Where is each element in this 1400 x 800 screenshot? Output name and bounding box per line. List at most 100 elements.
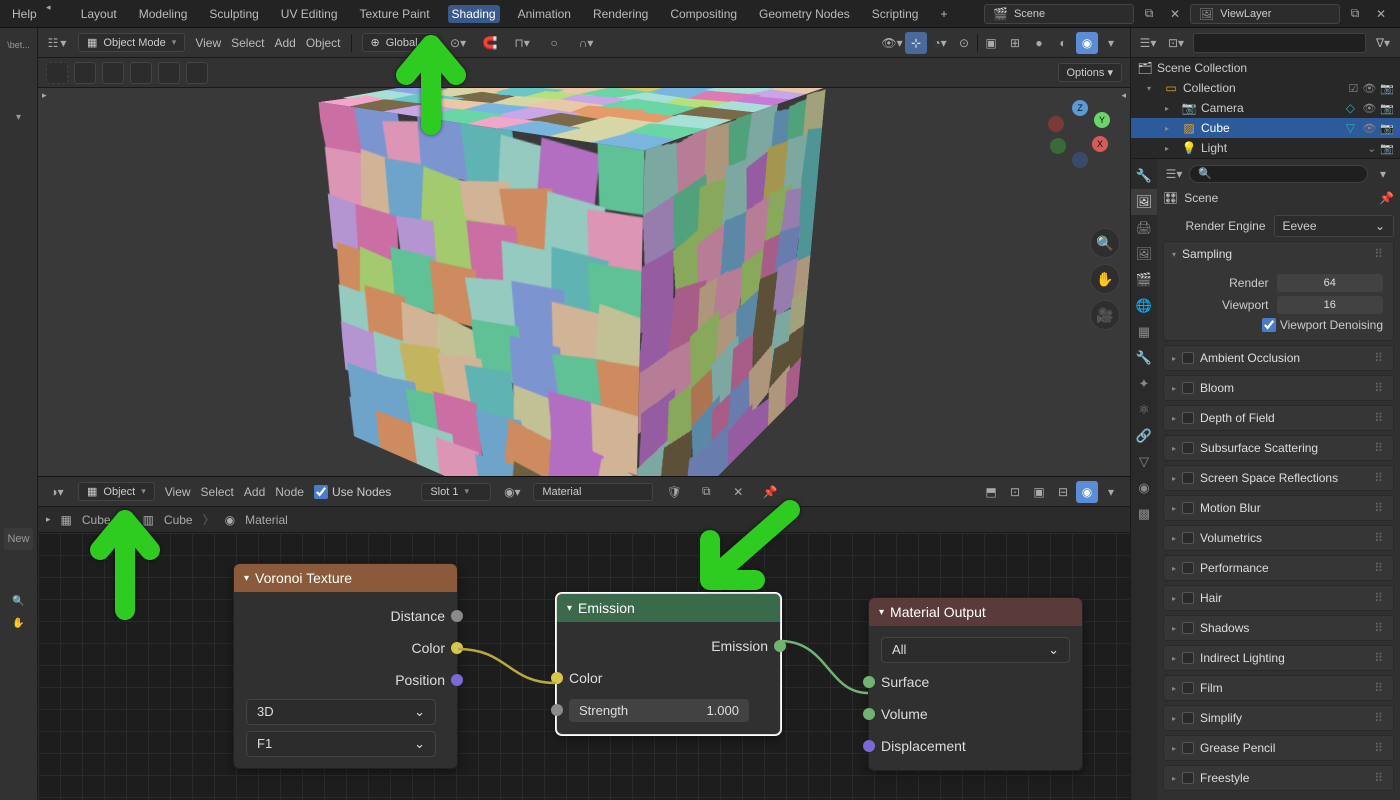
ne-menu-node[interactable]: Node (275, 485, 304, 499)
eye-icon[interactable]: 👁 (1362, 82, 1376, 95)
prop-tab-render[interactable]: 🖼 (1131, 189, 1157, 215)
socket-color-in[interactable] (551, 672, 563, 684)
sel-mode-1[interactable] (74, 62, 96, 84)
strength-slider[interactable]: Strength1.000 (569, 699, 749, 722)
path-crumb[interactable]: \bet... (0, 34, 37, 56)
editor-type-icon[interactable]: ▾ (0, 106, 37, 128)
socket-position[interactable] (451, 674, 463, 686)
3d-viewport[interactable]: ▸ ◂ Y Z X 🔍 ✋ 🎥 (38, 88, 1130, 476)
scene-selector[interactable]: 🎬 Scene (984, 4, 1134, 24)
ne-menu-select[interactable]: Select (201, 485, 234, 499)
socket-displacement-in[interactable] (863, 740, 875, 752)
render-icon[interactable]: 📷 (1380, 142, 1394, 155)
tab-animation[interactable]: Animation (514, 5, 575, 23)
orientation-dropdown[interactable]: ⊕ Global ▾ (362, 33, 438, 52)
ne-menu-add[interactable]: Add (244, 485, 265, 499)
ne-icon-3[interactable]: ▣ (1028, 481, 1050, 503)
outliner-filter-icon[interactable]: ∇▾ (1372, 32, 1394, 54)
socket-emission-out[interactable] (774, 640, 786, 652)
outliner-type-icon[interactable]: ☰▾ (1137, 32, 1159, 54)
new-viewlayer-icon[interactable]: ⧉ (1344, 3, 1366, 25)
props-type-icon[interactable]: ☰▾ (1163, 163, 1185, 185)
vp-menu-view[interactable]: View (195, 36, 221, 50)
panel-bloom[interactable]: ▸Bloom⠿ (1164, 376, 1393, 400)
editor-type-dropdown[interactable]: ☷▾ (46, 32, 68, 54)
socket-strength-in[interactable] (551, 704, 563, 716)
panel-simplify[interactable]: ▸Simplify⠿ (1164, 706, 1393, 730)
bc-collapse-left[interactable]: ▸ (46, 514, 51, 525)
prop-tab-world[interactable]: 🌐 (1131, 293, 1157, 319)
prop-tab-texture[interactable]: ▩ (1131, 501, 1157, 527)
ne-snap-icon[interactable]: ⬒ (980, 481, 1002, 503)
prop-tab-modifier[interactable]: 🔧 (1131, 345, 1157, 371)
shading-rendered[interactable]: ◉ (1076, 32, 1098, 54)
close-scene-icon[interactable]: ✕ (1164, 3, 1186, 25)
new-button[interactable]: New (4, 528, 33, 550)
material-browse-icon[interactable]: ◉▾ (501, 481, 523, 503)
pivot-dropdown[interactable]: ⊙▾ (447, 32, 469, 54)
tab-shading[interactable]: Shading (448, 5, 500, 23)
viewlayer-selector[interactable]: 🖼 ViewLayer (1190, 4, 1340, 24)
pin-icon[interactable]: 📌 (1379, 191, 1394, 205)
socket-color[interactable] (451, 642, 463, 654)
overlays-dropdown[interactable]: ◔▾ (929, 32, 951, 54)
outliner-display-icon[interactable]: ⊡▾ (1165, 32, 1187, 54)
render-samples-field[interactable]: 64 (1277, 274, 1384, 292)
shading-solid[interactable]: ● (1028, 32, 1050, 54)
ne-icon-4[interactable]: ⊟ (1052, 481, 1074, 503)
panel-ambient occlusion[interactable]: ▸Ambient Occlusion⠿ (1164, 346, 1393, 370)
node-emission[interactable]: ▾Emission Emission Color Strength1.000 (556, 593, 781, 735)
nav-gizmo[interactable]: Y Z X (1044, 104, 1114, 174)
tab-geometrynodes[interactable]: Geometry Nodes (755, 5, 854, 23)
axis-z[interactable]: Z (1072, 100, 1088, 116)
shading-matprev[interactable]: ◐ (1052, 32, 1074, 54)
tab-sculpting[interactable]: Sculpting (205, 5, 262, 23)
axis-neg-z[interactable] (1072, 152, 1088, 168)
node-voronoi[interactable]: ▾Voronoi Texture Distance Color Position… (233, 563, 458, 769)
checkbox-icon[interactable]: ☑ (1348, 82, 1358, 95)
vp-camera-icon[interactable]: 🎥 (1090, 300, 1120, 330)
voronoi-feature-select[interactable]: F1⌄ (246, 731, 436, 757)
output-target-select[interactable]: All⌄ (881, 637, 1070, 663)
prop-tab-output[interactable]: 🖨 (1131, 215, 1157, 241)
panel-motion blur[interactable]: ▸Motion Blur⠿ (1164, 496, 1393, 520)
panel-grease pencil[interactable]: ▸Grease Pencil⠿ (1164, 736, 1393, 760)
socket-surface-in[interactable] (863, 676, 875, 688)
panel-depth of field[interactable]: ▸Depth of Field⠿ (1164, 406, 1393, 430)
ne-icon-2[interactable]: ⊡ (1004, 481, 1026, 503)
panel-subsurface scattering[interactable]: ▸Subsurface Scattering⠿ (1164, 436, 1393, 460)
vp-menu-select[interactable]: Select (231, 36, 264, 50)
add-workspace-icon[interactable]: + (936, 5, 951, 23)
sel-mode-5[interactable] (186, 62, 208, 84)
axis-neg-x[interactable] (1048, 116, 1064, 132)
panel-hair[interactable]: ▸Hair⠿ (1164, 586, 1393, 610)
prop-tab-data[interactable]: ▽ (1131, 449, 1157, 475)
xray-toggle[interactable]: ▣ (980, 32, 1002, 54)
bc-material[interactable]: Material (245, 513, 288, 527)
panel-freestyle[interactable]: ▸Freestyle⠿ (1164, 766, 1393, 790)
shading-wireframe[interactable]: ⊞ (1004, 32, 1026, 54)
show-gizmo-icon[interactable]: 👁▾ (881, 32, 903, 54)
tab-compositing[interactable]: Compositing (666, 5, 741, 23)
ne-menu-view[interactable]: View (165, 485, 191, 499)
panel-sampling[interactable]: ▾Sampling⠿ (1164, 242, 1393, 266)
slot-dropdown[interactable]: Slot 1▾ (421, 483, 491, 501)
outliner-item-light[interactable]: ▸💡Light ⌄📷 (1131, 138, 1400, 158)
panel-indirect lighting[interactable]: ▸Indirect Lighting⠿ (1164, 646, 1393, 670)
bc-collapse-right[interactable]: ◂ (46, 2, 51, 13)
tab-rendering[interactable]: Rendering (589, 5, 652, 23)
node-mode-dropdown[interactable]: ▦ Object ▾ (78, 482, 155, 501)
gizmos-toggle[interactable]: ⊹ (905, 32, 927, 54)
outliner-item-cube[interactable]: ▸▨Cube▽ 👁📷 (1131, 118, 1400, 138)
axis-x[interactable]: X (1092, 136, 1108, 152)
panel-film[interactable]: ▸Film⠿ (1164, 676, 1393, 700)
vp-zoom-icon[interactable]: 🔍 (1090, 228, 1120, 258)
proportional-falloff[interactable]: ∩▾ (575, 32, 597, 54)
ne-dropdown-icon[interactable]: ▾ (1100, 481, 1122, 503)
outliner-collection[interactable]: ▾▭Collection ☑👁📷 (1131, 78, 1400, 98)
sel-mode-2[interactable] (102, 62, 124, 84)
pin-icon[interactable]: 📌 (759, 481, 781, 503)
bc-cube-2[interactable]: Cube (164, 513, 193, 527)
eye-icon[interactable]: 👁 (1362, 102, 1376, 115)
render-icon[interactable]: 📷 (1380, 122, 1394, 135)
